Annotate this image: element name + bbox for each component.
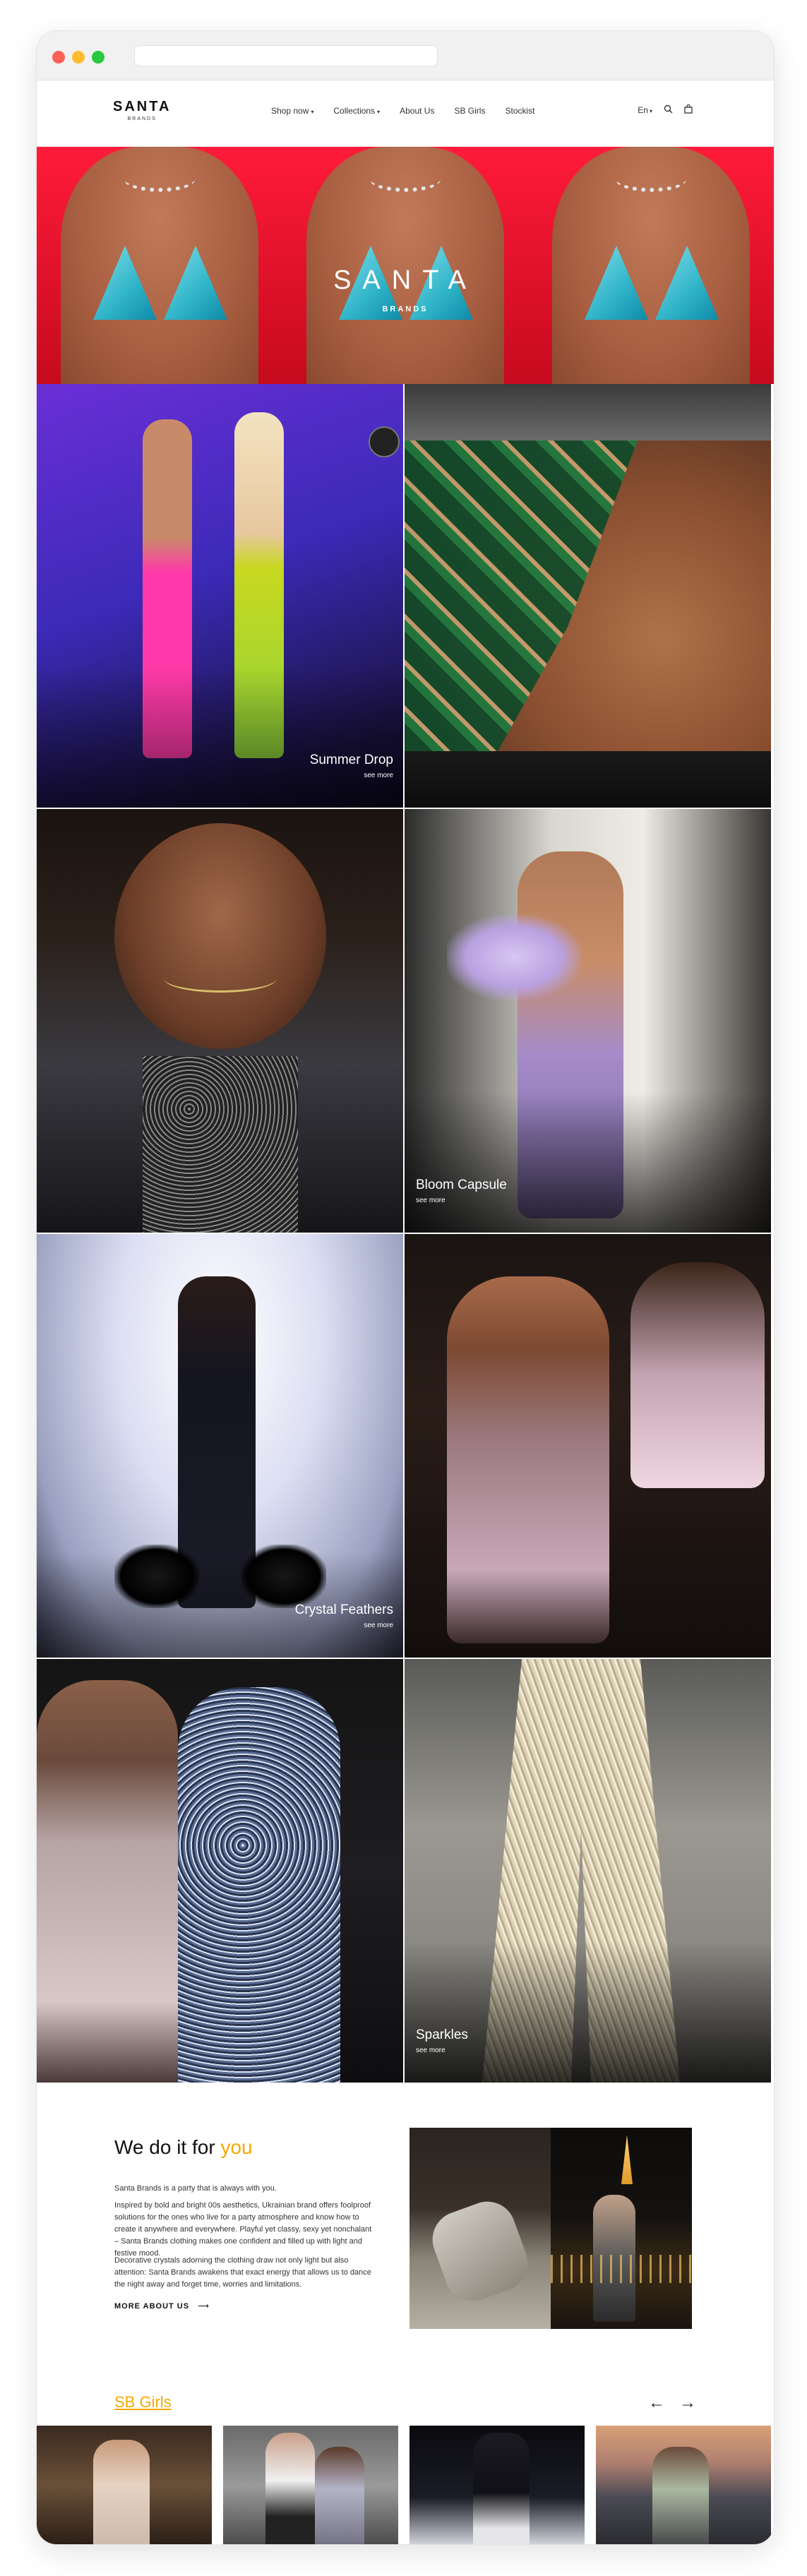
site-header: SANTA BRANDS Shop now ▾ Collections ▾ Abou… [37,80,774,147]
about-heading-accent: you [220,2136,253,2158]
hero-subtitle: BRANDS [382,305,429,313]
maximize-window-button[interactable] [92,51,104,64]
more-about-us-link[interactable]: MORE ABOUT US ⟶ [114,2301,210,2311]
collection-title: Bloom Capsule [416,1178,507,1192]
hero-banner[interactable]: SANTA BRANDS [37,147,774,384]
menu-item-label: Shop now [271,106,309,116]
see-more-link[interactable]: see more [416,2047,446,2054]
logo-text: SANTA [113,99,172,114]
arrow-right-icon[interactable]: → [679,2393,696,2413]
menu-item-shop-now[interactable]: Shop now ▾ [271,106,313,116]
see-more-link[interactable]: see more [416,1197,446,1204]
main-menu: Shop now ▾ Collections ▾ About Us SB Girls… [271,106,535,116]
header-actions: En ▾ [638,104,693,116]
menu-item-stockist[interactable]: Stockist [505,106,534,116]
collection-photo-summer-drop-detail[interactable] [405,384,771,808]
menu-item-about-us[interactable]: About Us [400,106,434,116]
logo[interactable]: SANTA BRANDS [113,99,171,121]
arrow-right-icon: ⟶ [198,2302,210,2311]
collection-tile-sparkles[interactable]: Sparkles see more [405,1659,771,2083]
collection-title: Summer Drop [309,753,393,767]
browser-window: SANTA BRANDS Shop now ▾ Collections ▾ Abou… [37,31,774,2544]
chevron-down-icon: ▾ [649,108,652,114]
menu-item-sb-girls[interactable]: SB Girls [454,106,485,116]
chevron-down-icon: ▾ [311,109,314,115]
menu-item-label: Collections [333,106,376,116]
see-more-link[interactable]: see more [364,1622,393,1629]
close-window-button[interactable] [52,51,65,64]
about-paragraph-3: Decorative crystals adorning the clothin… [114,2256,371,2289]
sb-girl-card[interactable] [37,2426,212,2544]
cart-icon[interactable] [684,104,693,116]
collection-photo-sparkles-detail[interactable] [37,1659,403,2083]
sb-girl-card[interactable] [410,2426,585,2544]
sb-girl-card[interactable] [596,2426,771,2544]
chevron-down-icon: ▾ [377,109,381,115]
collection-title: Sparkles [416,2027,468,2042]
about-paragraph-1: Santa Brands is a party that is always w… [114,2184,277,2193]
language-label: En [638,105,648,115]
more-about-us-label: MORE ABOUT US [114,2302,190,2311]
search-icon[interactable] [664,104,673,116]
about-photo [410,2128,692,2329]
minimize-window-button[interactable] [72,51,85,64]
about-section: We do it for you Santa Brands is a party… [37,2078,774,2347]
browser-toolbar [37,31,774,80]
collection-photo-crystal-feathers-detail[interactable] [405,1234,771,1658]
collection-title: Crystal Feathers [294,1602,393,1617]
about-heading-main: We do it for [114,2136,215,2158]
sb-girls-section: SB Girls ← → [37,2354,774,2544]
logo-subtext: BRANDS [127,116,157,121]
address-bar[interactable] [134,45,438,66]
about-paragraph-2: Inspired by bold and bright 00s aestheti… [114,2201,372,2258]
hero-title: SANTA [333,265,477,295]
collection-photo-bloom-capsule-detail[interactable] [37,809,403,1233]
about-heading: We do it for you [114,2136,253,2159]
language-selector[interactable]: En ▾ [638,105,652,115]
collection-tile-bloom-capsule[interactable]: Bloom Capsule see more [405,809,771,1233]
sb-girl-card[interactable] [223,2426,398,2544]
collection-tile-crystal-feathers[interactable]: Crystal Feathers see more [37,1234,403,1658]
arrow-left-icon[interactable]: ← [648,2393,665,2413]
see-more-link[interactable]: see more [364,772,393,779]
menu-item-collections[interactable]: Collections ▾ [333,106,380,116]
sb-girls-title[interactable]: SB Girls [114,2393,172,2412]
collection-tile-summer-drop[interactable]: Summer Drop see more [37,384,403,808]
carousel-arrows: ← → [648,2393,696,2413]
